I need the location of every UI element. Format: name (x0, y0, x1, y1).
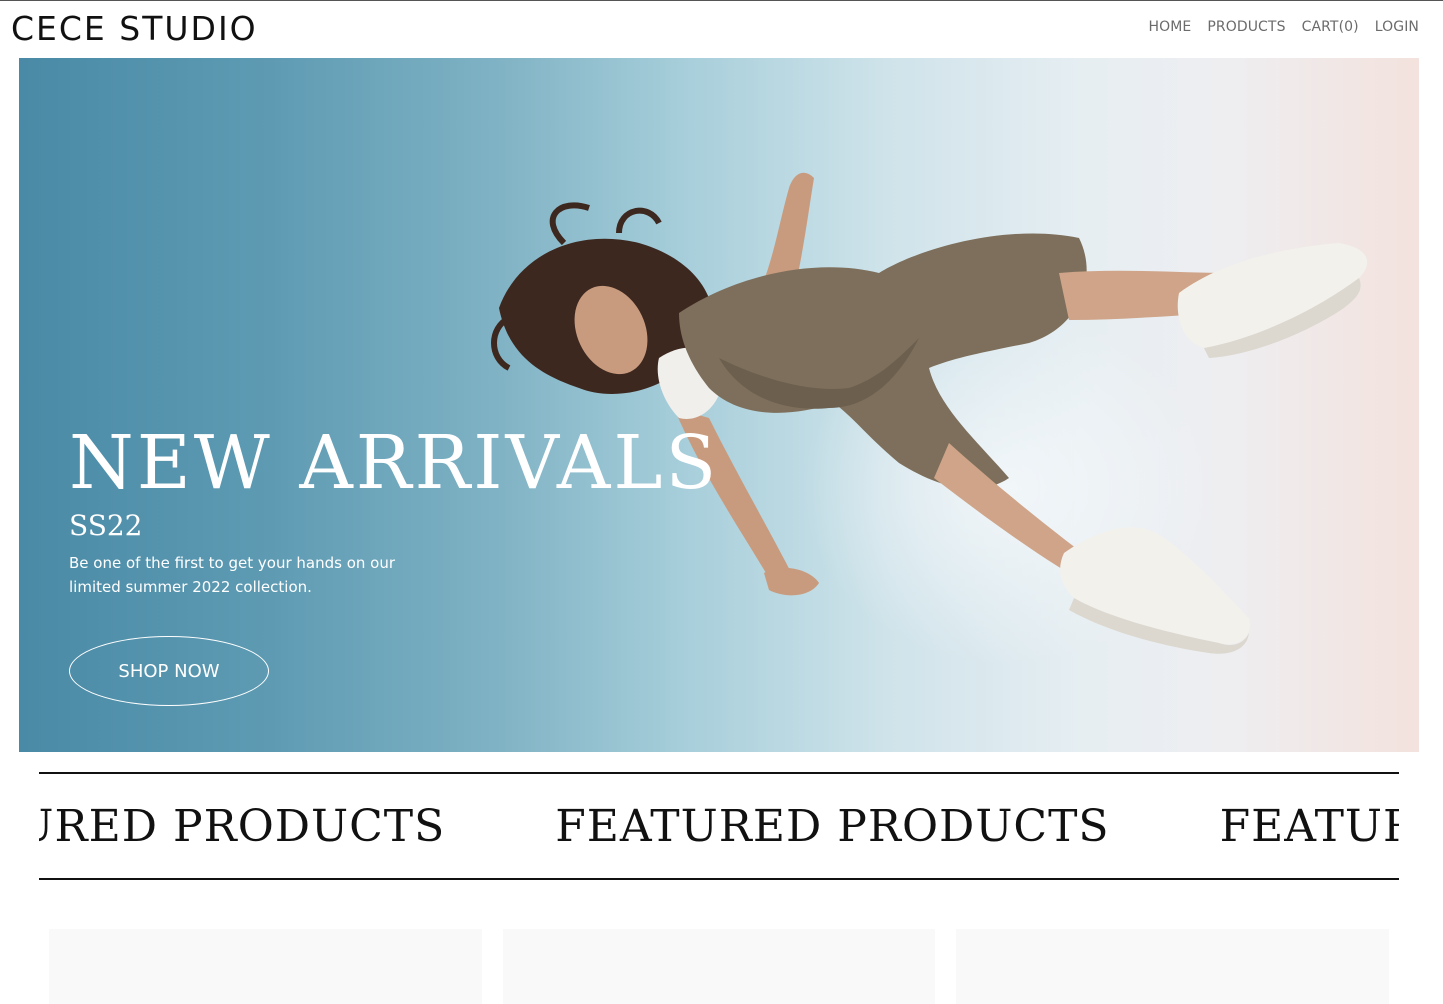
site-header: CECE STUDIO HOME PRODUCTS CART(0) LOGIN (0, 1, 1443, 57)
figure-jumpsuit (679, 233, 1087, 489)
main-nav: HOME PRODUCTS CART(0) LOGIN (1148, 19, 1419, 35)
hero-banner: NEW ARRIVALS SS22 Be one of the first to… (19, 58, 1419, 752)
nav-cart-link[interactable]: CART(0) (1302, 19, 1359, 35)
marquee-track: FEATURED PRODUCTS FEATURED PRODUCTS FEAT… (39, 800, 1399, 854)
featured-products-marquee: FEATURED PRODUCTS FEATURED PRODUCTS FEAT… (39, 772, 1399, 880)
hero-subtitle: SS22 (69, 509, 143, 542)
page: CECE STUDIO HOME PRODUCTS CART(0) LOGIN (0, 0, 1443, 1004)
hero-title: NEW ARRIVALS (69, 420, 720, 506)
product-card[interactable] (502, 929, 936, 1004)
hero-description: Be one of the first to get your hands on… (69, 554, 395, 596)
nav-products-link[interactable]: PRODUCTS (1207, 19, 1285, 35)
marquee-heading: FEATURED PRODUCTS (39, 801, 446, 852)
product-card[interactable] (49, 929, 482, 1004)
shop-now-button[interactable]: SHOP NOW (69, 636, 269, 706)
figure-hand (764, 567, 819, 596)
marquee-heading: FEATURED PRODUCTS (555, 801, 1110, 852)
product-card[interactable] (956, 929, 1390, 1004)
site-logo[interactable]: CECE STUDIO (11, 9, 258, 49)
product-grid (49, 929, 1390, 1004)
figure-shoe-lower (1060, 527, 1250, 645)
nav-login-link[interactable]: LOGIN (1375, 19, 1419, 35)
marquee-heading: FEATURED PRODUCTS (1219, 801, 1399, 852)
nav-home-link[interactable]: HOME (1148, 19, 1191, 35)
